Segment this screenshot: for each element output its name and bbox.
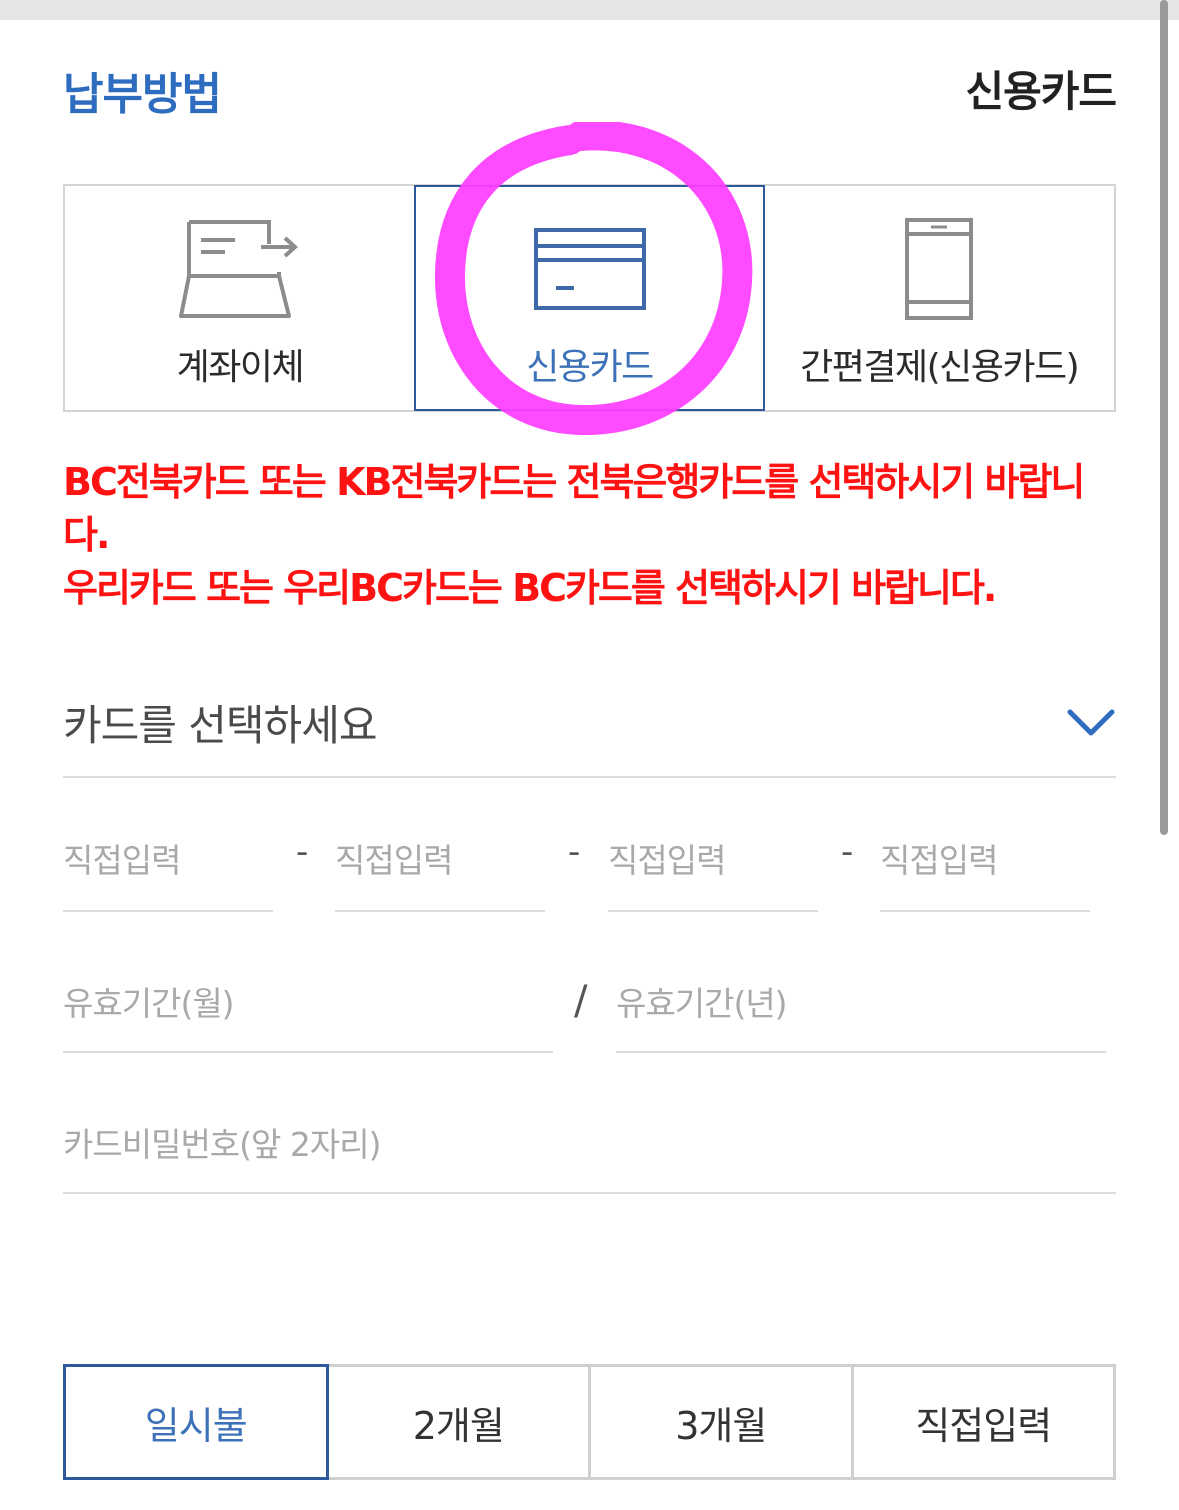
- notice-text: BC전북카드 또는 KB전북카드는 전북은행카드를 선택하시기 바랍니다. 우리…: [63, 456, 1123, 615]
- separator-dash: -: [296, 832, 309, 872]
- notice-line-1: BC전북카드 또는 KB전북카드는 전북은행카드를 선택하시기 바랍니다.: [63, 460, 1085, 557]
- section-title: 납부방법: [63, 69, 222, 120]
- separator-slash: /: [574, 978, 588, 1024]
- separator-dash: -: [568, 832, 581, 872]
- notice-line-2: 우리카드 또는 우리BC카드는 BC카드를 선택하시기 바랍니다.: [63, 566, 997, 610]
- payment-method-tabs: 계좌이체 신용카드 간편결제(신용카드): [63, 184, 1116, 412]
- top-strip: [0, 0, 1179, 20]
- bank-transfer-icon: [175, 214, 305, 324]
- input-placeholder: 유효기간(년): [616, 984, 788, 1023]
- input-placeholder: 유효기간(월): [63, 984, 235, 1023]
- installment-2-months-button[interactable]: 2개월: [325, 1364, 591, 1480]
- card-select-placeholder: 카드를 선택하세요: [63, 701, 377, 750]
- installment-custom-button[interactable]: 직접입력: [850, 1364, 1116, 1480]
- input-placeholder: 직접입력: [608, 841, 726, 880]
- tab-credit-card[interactable]: 신용카드: [413, 185, 766, 411]
- payment-method-header: 납부방법 신용카드: [63, 58, 1117, 120]
- card-password-input[interactable]: 카드비밀번호(앞 2자리): [63, 1106, 1116, 1194]
- input-placeholder: 카드비밀번호(앞 2자리): [63, 1125, 381, 1164]
- card-number-input-4[interactable]: 직접입력: [880, 820, 1090, 912]
- input-placeholder: 직접입력: [880, 841, 998, 880]
- tab-label: 계좌이체: [176, 347, 305, 388]
- input-placeholder: 직접입력: [63, 841, 181, 880]
- card-select-dropdown[interactable]: 카드를 선택하세요: [63, 684, 1116, 778]
- card-number-input-2[interactable]: 직접입력: [335, 820, 545, 912]
- expiry-year-input[interactable]: 유효기간(년): [616, 965, 1106, 1053]
- tab-bank-transfer[interactable]: 계좌이체: [65, 186, 415, 410]
- installment-lump-sum-button[interactable]: 일시불: [63, 1364, 329, 1480]
- separator-dash: -: [841, 832, 854, 872]
- installment-3-months-button[interactable]: 3개월: [588, 1364, 854, 1480]
- expiry-month-input[interactable]: 유효기간(월): [63, 965, 553, 1053]
- tab-simple-payment[interactable]: 간편결제(신용카드): [764, 186, 1114, 410]
- installment-options: 일시불 2개월 3개월 직접입력: [63, 1364, 1116, 1480]
- card-number-input-3[interactable]: 직접입력: [608, 820, 818, 912]
- mobile-phone-icon: [899, 214, 979, 324]
- selected-method-value: 신용카드: [965, 67, 1117, 116]
- scrollbar[interactable]: [1160, 0, 1168, 835]
- card-number-input-1[interactable]: 직접입력: [63, 820, 273, 912]
- tab-label: 간편결제(신용카드): [800, 347, 1080, 388]
- chevron-down-icon: [1067, 709, 1115, 736]
- input-placeholder: 직접입력: [335, 841, 453, 880]
- credit-card-icon: [530, 214, 650, 324]
- tab-label: 신용카드: [526, 347, 654, 388]
